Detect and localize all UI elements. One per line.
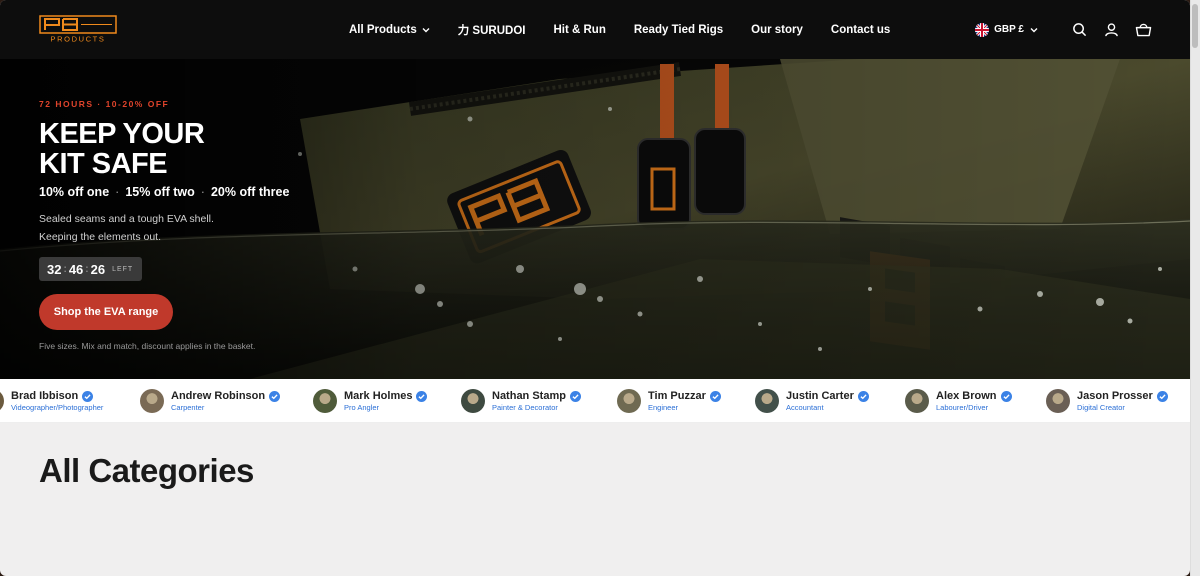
scrollbar-thumb[interactable]: [1192, 4, 1198, 48]
verified-badge-icon: [569, 390, 581, 402]
creator-name: Tim Puzzar: [648, 390, 706, 402]
creator-role: Pro Angler: [344, 403, 380, 412]
avatar: [755, 389, 779, 413]
hero-headline: KEEP YOUR KIT SAFE: [39, 118, 205, 180]
shop-eva-range-button[interactable]: Shop the EVA range: [39, 294, 173, 330]
avatar: [313, 389, 337, 413]
creator-name: Andrew Robinson: [171, 390, 266, 402]
discount-fineprint: Five sizes. Mix and match, discount appl…: [39, 341, 256, 351]
creator-name: Alex Brown: [936, 390, 997, 402]
avatar: [140, 389, 164, 413]
header-actions: GBP £: [975, 0, 1152, 59]
verified-badge-icon: [269, 390, 281, 402]
site-header: PRODUCTS All Products 力 SURUDOI Hit & Ru…: [0, 0, 1190, 59]
creator-card[interactable]: Nathan Stamp Painter & Decorator: [461, 388, 581, 414]
svg-text:PRODUCTS: PRODUCTS: [51, 35, 106, 44]
account-icon[interactable]: [1102, 21, 1120, 39]
creator-role: Videographer/Photographer: [11, 403, 104, 412]
offer-tier-1: 10% off one: [39, 185, 110, 199]
creator-card[interactable]: Brad Ibbison Videographer/Photographer: [0, 388, 103, 414]
verified-badge-icon: [1156, 390, 1168, 402]
countdown-hours: 32: [47, 261, 62, 277]
countdown-seconds: 26: [90, 261, 106, 277]
countdown-timer: 32:46:26 LEFT: [39, 257, 142, 281]
creator-card[interactable]: Mark Holmes Pro Angler: [313, 388, 428, 414]
currency-selector[interactable]: GBP £: [975, 22, 1038, 37]
promo-kicker: 72 HOURS · 10-20% OFF: [39, 99, 170, 109]
currency-label: GBP £: [994, 24, 1024, 35]
nav-ready-tied-rigs[interactable]: Ready Tied Rigs: [634, 24, 723, 36]
creator-role: Digital Creator: [1077, 403, 1125, 412]
browser-viewport: PRODUCTS All Products 力 SURUDOI Hit & Ru…: [0, 0, 1190, 576]
avatar: [1046, 389, 1070, 413]
creator-card[interactable]: Andrew Robinson Carpenter: [140, 388, 281, 414]
nav-surudoi[interactable]: 力 SURUDOI: [458, 22, 526, 38]
creator-role: Carpenter: [171, 403, 205, 412]
verified-badge-icon: [82, 390, 94, 402]
creator-card[interactable]: Alex Brown Labourer/Driver: [905, 388, 1012, 414]
verified-badge-icon: [857, 390, 869, 402]
creator-card[interactable]: Justin Carter Accountant: [755, 388, 869, 414]
verified-badge-icon: [1000, 390, 1012, 402]
basket-icon[interactable]: [1134, 21, 1152, 39]
chevron-down-icon: [1030, 27, 1038, 32]
verified-badge-icon: [416, 390, 428, 402]
creator-name: Brad Ibbison: [11, 390, 79, 402]
nav-our-story[interactable]: Our story: [751, 24, 803, 36]
avatar: [0, 389, 4, 413]
nav-all-products[interactable]: All Products: [349, 24, 430, 36]
nav-contact-us[interactable]: Contact us: [831, 24, 890, 36]
offer-tier-2: 15% off two: [125, 185, 195, 199]
hero-banner: 72 HOURS · 10-20% OFF KEEP YOUR KIT SAFE …: [0, 59, 1190, 379]
union-jack-flag-icon: [975, 22, 990, 37]
avatar: [617, 389, 641, 413]
page-scrollbar[interactable]: [1190, 0, 1200, 576]
countdown-minutes: 46: [68, 261, 84, 277]
offer-tiers: 10% off one · 15% off two · 20% off three: [39, 185, 290, 199]
countdown-suffix: LEFT: [112, 265, 134, 273]
all-categories-heading: All Categories: [39, 452, 254, 489]
main-nav: All Products 力 SURUDOI Hit & Run Ready T…: [349, 0, 918, 59]
creator-role: Accountant: [786, 403, 824, 412]
creator-card[interactable]: Jason Prosser Digital Creator: [1046, 388, 1168, 414]
creator-card[interactable]: Tim Puzzar Engineer: [617, 388, 721, 414]
hero-description: Sealed seams and a tough EVA shell. Keepi…: [39, 213, 214, 243]
verified-badge-icon: [709, 390, 721, 402]
creator-role: Labourer/Driver: [936, 403, 989, 412]
nav-hit-and-run[interactable]: Hit & Run: [553, 24, 605, 36]
avatar: [905, 389, 929, 413]
offer-tier-3: 20% off three: [210, 185, 290, 199]
chevron-down-icon: [422, 27, 430, 32]
creator-role: Painter & Decorator: [492, 403, 558, 412]
creator-name: Mark Holmes: [344, 390, 413, 402]
creator-role: Engineer: [648, 403, 679, 412]
creator-name: Justin Carter: [786, 390, 854, 402]
search-icon[interactable]: [1070, 21, 1088, 39]
creators-marquee: Brad Ibbison Videographer/Photographer And…: [0, 379, 1190, 423]
creator-name: Jason Prosser: [1077, 390, 1153, 402]
creator-name: Nathan Stamp: [492, 390, 566, 402]
pb-products-logo[interactable]: PRODUCTS: [39, 15, 117, 44]
avatar: [461, 389, 485, 413]
